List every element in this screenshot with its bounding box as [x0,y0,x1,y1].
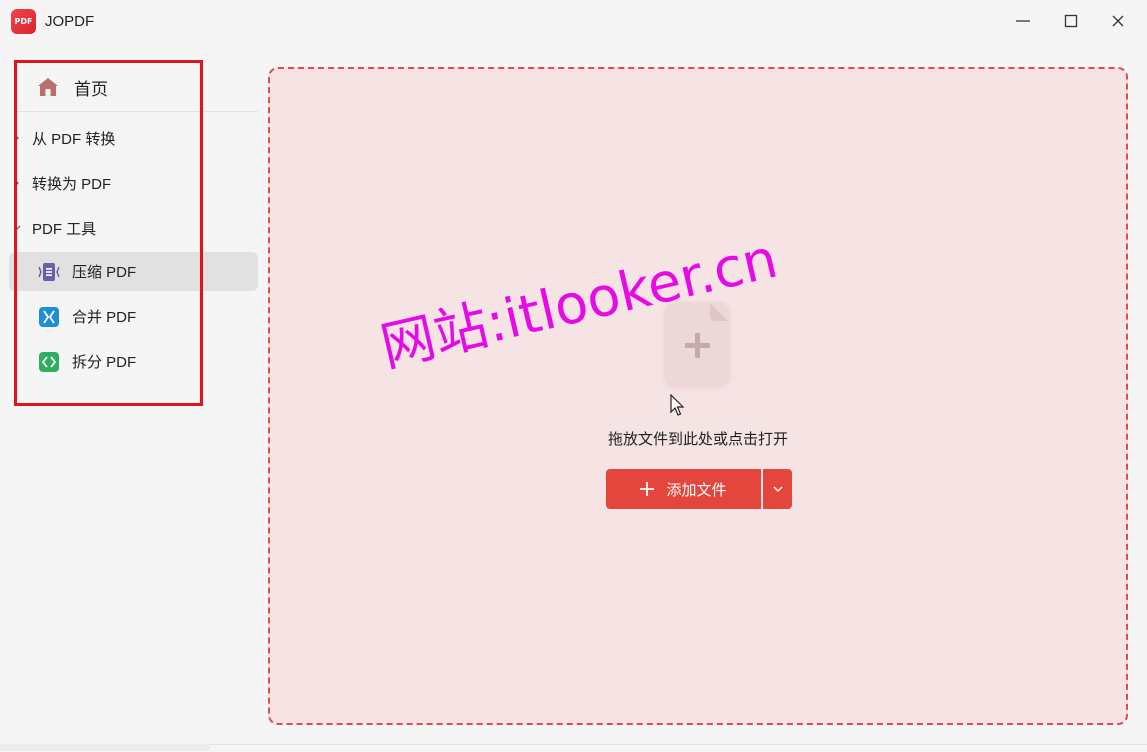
add-file-icon [665,303,729,387]
sidebar-group-to-pdf[interactable]: 转换为 PDF [12,171,111,195]
maximize-button[interactable] [1051,6,1091,36]
sidebar-item-home[interactable]: 首页 [36,74,108,100]
sidebar-item-merge-pdf[interactable]: 合并 PDF [9,297,258,336]
sidebar-item-split-pdf[interactable]: 拆分 PDF [9,342,258,381]
add-file-dropdown-button[interactable] [763,469,792,509]
chevron-down-icon [773,486,782,492]
status-tab [0,744,210,751]
mouse-cursor-icon [670,394,685,416]
close-button[interactable] [1098,6,1138,36]
sidebar: 首页 从 PDF 转换 转换为 PDF PDF 工具 压缩 PDF 合并 PDF… [0,58,262,748]
minimize-button[interactable] [1003,6,1043,36]
home-icon [38,78,58,96]
app-logo: PDF [11,9,36,34]
title-bar: PDF JOPDF [0,0,1147,44]
sidebar-item-label: 压缩 PDF [72,264,137,281]
sidebar-group-label: 从 PDF 转换 [32,130,116,148]
sidebar-group-label: 转换为 PDF [32,175,112,193]
add-file-label: 添加文件 [666,481,727,499]
chevron-right-icon [12,178,22,188]
sidebar-item-label: 合并 PDF [72,309,137,326]
plus-icon [640,478,655,500]
sidebar-item-label: 拆分 PDF [72,354,137,371]
drop-hint-text: 拖放文件到此处或点击打开 [607,431,788,448]
merge-icon [39,306,59,327]
sidebar-group-label: PDF 工具 [32,220,97,238]
minimize-icon [1016,20,1030,22]
add-file-button[interactable]: 添加文件 [606,469,761,509]
app-title: JOPDF [45,13,95,30]
divider [14,111,258,112]
file-drop-zone[interactable]: 拖放文件到此处或点击打开 添加文件 [268,67,1128,725]
logo-text: PDF [14,17,33,26]
chevron-down-icon [12,223,22,233]
compress-icon [38,262,60,281]
sidebar-item-compress-pdf[interactable]: 压缩 PDF [9,252,258,291]
maximize-icon [1064,14,1078,28]
sidebar-group-from-pdf[interactable]: 从 PDF 转换 [12,126,115,150]
split-icon [39,351,59,372]
close-icon [1112,15,1124,27]
sidebar-group-pdf-tools[interactable]: PDF 工具 [12,216,96,240]
sidebar-item-label: 首页 [74,79,108,99]
chevron-right-icon [12,133,22,143]
